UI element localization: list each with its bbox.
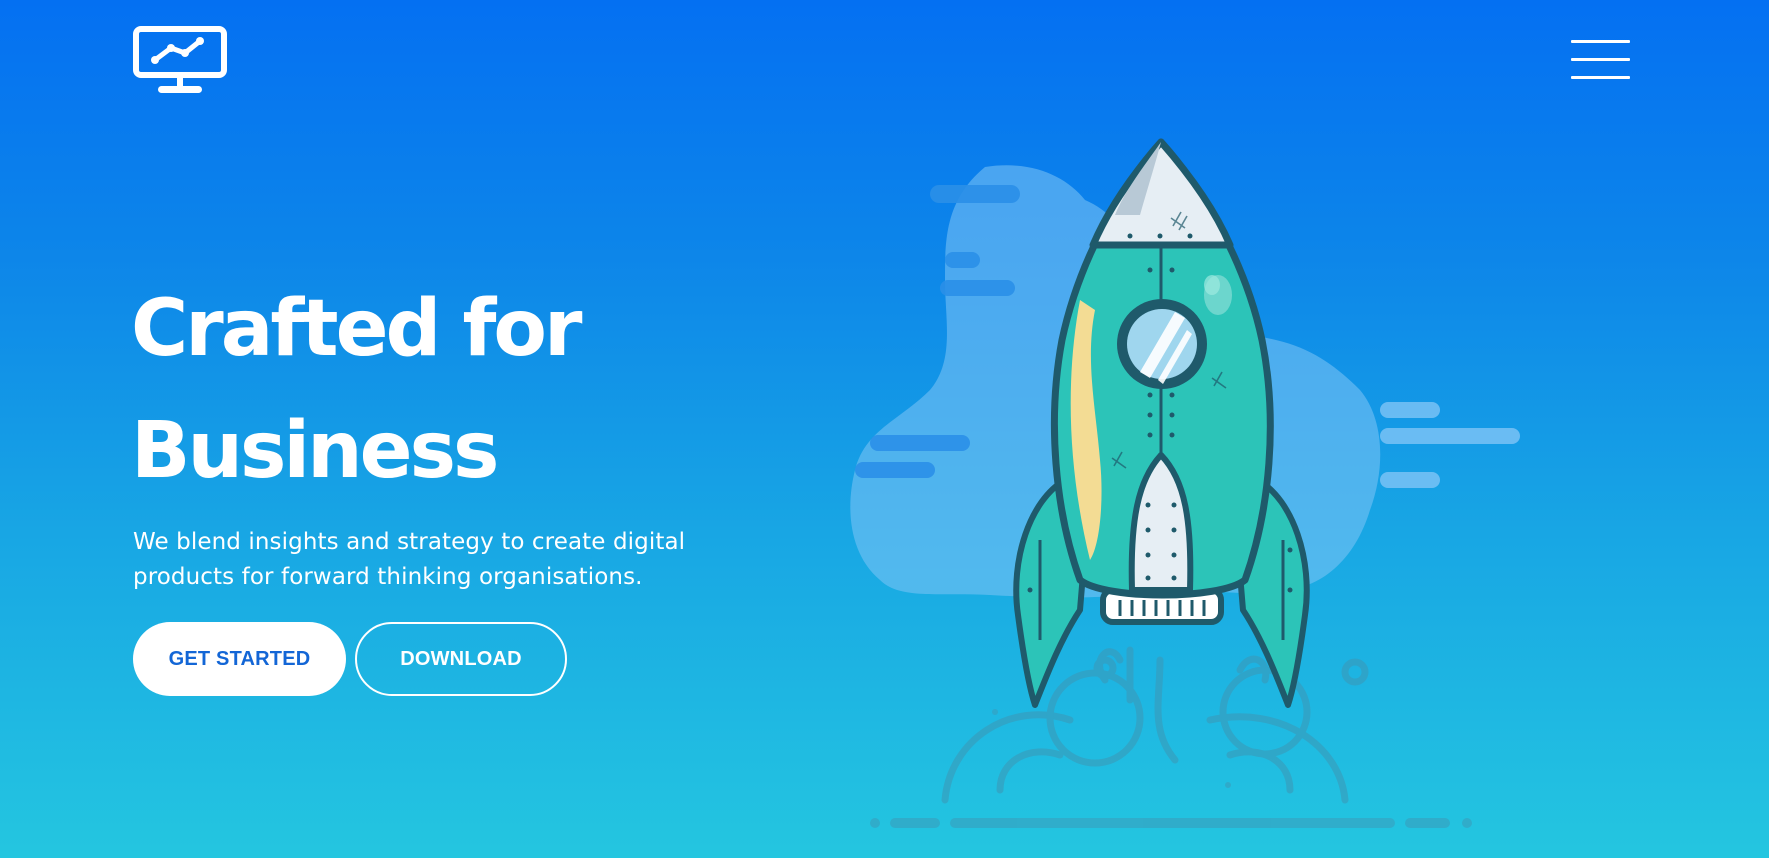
get-started-button[interactable]: GET STARTED (133, 622, 346, 696)
hero-description: We blend insights and strategy to create… (133, 529, 686, 590)
hamburger-menu-button[interactable] (1571, 38, 1632, 82)
download-button[interactable]: DOWNLOAD (355, 622, 567, 696)
hero-title-line2: Business (131, 406, 499, 496)
hero-title-line1: Crafted for (131, 284, 582, 374)
hero-title: Crafted for Business (131, 268, 831, 512)
logo-monitor-chart-icon[interactable] (133, 26, 227, 96)
menu-bar (1571, 76, 1630, 79)
menu-bar (1571, 40, 1630, 43)
rocket-launch-icon (850, 138, 1520, 828)
rocket-launch-illustration (840, 130, 1540, 850)
menu-bar (1571, 58, 1630, 61)
